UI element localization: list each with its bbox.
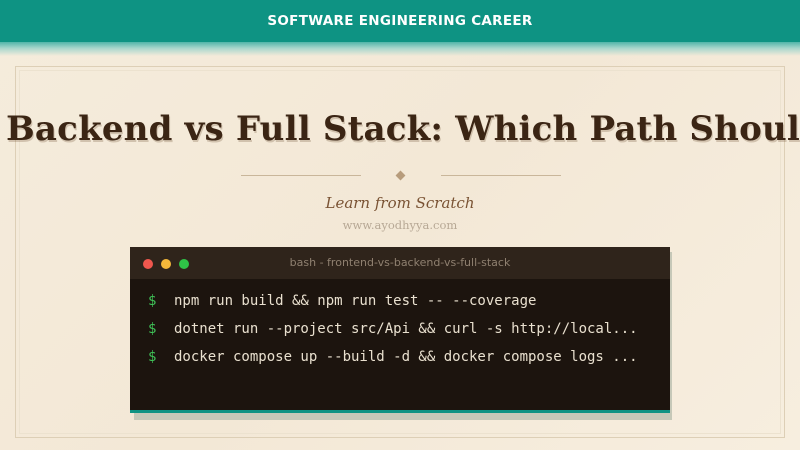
terminal-line: $ docker compose up --build -d && docker … <box>148 347 663 367</box>
top-banner: SOFTWARE ENGINEERING CAREER <box>0 0 800 42</box>
prompt-symbol: $ <box>148 321 157 337</box>
terminal-command: docker compose up --build -d && docker c… <box>174 349 638 365</box>
terminal-title: bash - frontend-vs-backend-vs-full-stack <box>289 256 511 269</box>
page-title-container: Backend vs Full Stack: Which Path Should… <box>0 104 800 154</box>
terminal-command: npm run build && npm run test -- --cover… <box>174 293 537 309</box>
prompt-symbol: $ <box>148 349 157 365</box>
terminal-titlebar: bash - frontend-vs-backend-vs-full-stack <box>130 247 670 279</box>
prompt-symbol: $ <box>148 293 157 309</box>
divider-left <box>241 175 361 176</box>
terminal-line: $ dotnet run --project src/Api && curl -s… <box>148 319 663 339</box>
subtitle: Learn from Scratch <box>325 194 475 212</box>
banner-title: SOFTWARE ENGINEERING CAREER <box>267 13 533 29</box>
terminal-window: bash - frontend-vs-backend-vs-full-stack… <box>130 247 670 413</box>
terminal-command: dotnet run --project src/Api && curl -s … <box>174 321 638 337</box>
terminal-line: $ npm run build && npm run test -- --cove… <box>148 291 663 311</box>
divider-right <box>441 175 561 176</box>
site-url: www.ayodhyya.com <box>342 218 458 232</box>
banner-shadow <box>0 42 800 56</box>
page-title: Backend vs Full Stack: Which Path Should… <box>6 109 800 149</box>
